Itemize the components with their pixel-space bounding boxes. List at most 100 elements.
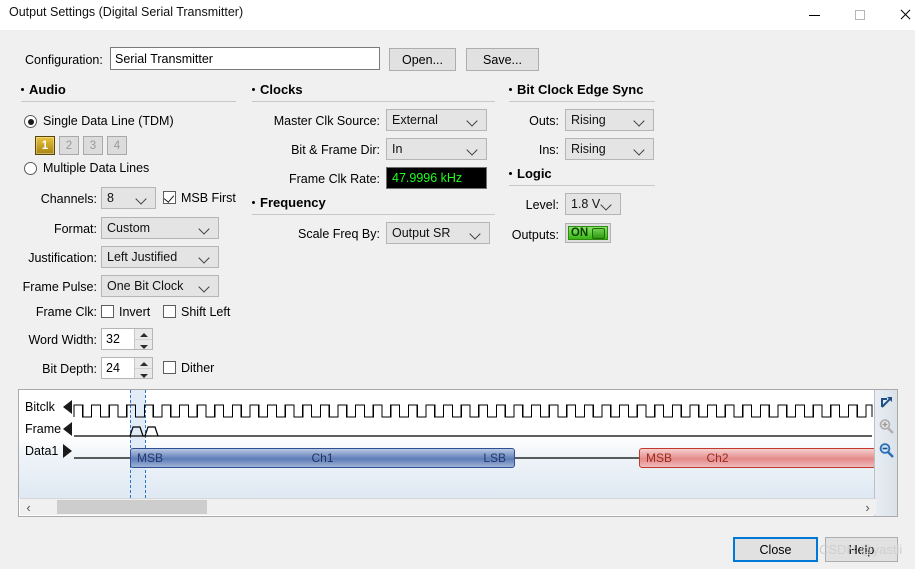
chevron-down-icon [600, 197, 614, 211]
ins-select[interactable]: Rising [565, 138, 654, 160]
channels-select[interactable]: 8 [101, 187, 156, 209]
output-settings-window: Output Settings (Digital Serial Transmit… [0, 0, 915, 569]
timing-diagram-panel[interactable]: Bitclk Frame Data1 MSB Ch1 LSB MSB Ch2 ‹… [18, 389, 898, 517]
timing-diagram-scrollbar[interactable]: ‹ › [20, 498, 876, 515]
invert-label: Invert [119, 305, 151, 319]
line-button-4[interactable]: 4 [107, 136, 127, 155]
data-block-ch1[interactable]: MSB Ch1 LSB [130, 448, 515, 468]
maximize-icon [854, 10, 865, 20]
spin-up-icon[interactable] [135, 329, 152, 339]
scale-freq-by-value: Output SR [392, 226, 451, 240]
msb-first-checkbox[interactable] [163, 191, 176, 204]
bit-frame-dir-value: In [392, 142, 403, 156]
outputs-toggle[interactable]: ON [565, 223, 611, 243]
dither-label: Dither [181, 361, 215, 375]
justification-label: Justification: [28, 251, 97, 265]
outs-select[interactable]: Rising [565, 109, 654, 131]
chevron-down-icon [135, 191, 149, 205]
waveform-traces [73, 404, 873, 459]
save-button[interactable]: Save... [466, 48, 539, 71]
scroll-left-button[interactable]: ‹ [20, 499, 37, 515]
data-block-ch2-center-label: Ch2 [706, 451, 729, 465]
outs-label: Outs: [529, 114, 559, 128]
line-button-3[interactable]: 3 [83, 136, 103, 155]
format-select[interactable]: Custom [101, 217, 219, 239]
format-value: Custom [107, 221, 151, 235]
maximize-button[interactable] [837, 0, 882, 30]
word-width-stepper[interactable]: 32 [101, 328, 153, 350]
dither-checkbox[interactable] [163, 361, 176, 374]
ins-value: Rising [571, 142, 606, 156]
logic-group-divider [509, 185, 655, 186]
bullet-icon [252, 88, 255, 92]
line-button-1[interactable]: 1 [35, 136, 55, 155]
zoom-out-icon[interactable] [878, 442, 895, 459]
clocks-group-title: Clocks [252, 82, 303, 97]
outputs-label: Outputs: [511, 228, 559, 242]
format-label: Format: [53, 222, 97, 236]
master-clk-source-label: Master Clk Source: [273, 114, 380, 128]
single-data-line-radio[interactable] [24, 115, 37, 128]
spin-up-icon[interactable] [135, 358, 152, 368]
frame-clk-rate-value: 47.9996 kHz [392, 171, 463, 185]
configuration-input[interactable]: Serial Transmitter [110, 47, 380, 70]
frequency-group-title: Frequency [252, 195, 326, 210]
invert-checkbox[interactable] [101, 305, 114, 318]
level-select[interactable]: 1.8 V [565, 193, 621, 215]
master-clk-source-value: External [392, 113, 438, 127]
led-icon [592, 227, 606, 239]
word-width-spin-buttons[interactable] [134, 329, 152, 349]
frame-pulse-select[interactable]: One Bit Clock [101, 275, 219, 297]
channels-value: 8 [107, 191, 114, 205]
chevron-down-icon [466, 142, 480, 156]
justification-select[interactable]: Left Justified [101, 246, 219, 268]
bit-depth-stepper[interactable]: 24 [101, 357, 153, 379]
outputs-toggle-inner: ON [568, 226, 608, 240]
bit-depth-spin-buttons[interactable] [134, 358, 152, 378]
frame-clk-rate-label: Frame Clk Rate: [289, 172, 380, 186]
chevron-down-icon [466, 113, 480, 127]
channels-label: Channels: [40, 192, 97, 206]
bullet-icon [252, 201, 255, 205]
watermark: CSDN @yastli [819, 542, 903, 557]
outs-value: Rising [571, 113, 606, 127]
multiple-data-lines-radio[interactable] [24, 162, 37, 175]
bullet-icon [509, 88, 512, 92]
chevron-down-icon [633, 113, 647, 127]
frame-pulse-value: One Bit Clock [107, 279, 184, 293]
open-button[interactable]: Open... [389, 48, 456, 71]
window-title: Output Settings (Digital Serial Transmit… [9, 5, 244, 19]
data-block-ch1-center-label: Ch1 [311, 451, 334, 465]
line-button-2[interactable]: 2 [59, 136, 79, 155]
shift-left-label: Shift Left [181, 305, 231, 319]
frame-clk-label: Frame Clk: [35, 305, 97, 319]
data-block-ch2[interactable]: MSB Ch2 [639, 448, 876, 468]
zoom-in-icon[interactable] [878, 418, 895, 435]
chevron-down-icon [469, 226, 483, 240]
spin-down-icon[interactable] [135, 338, 152, 349]
scrollbar-thumb[interactable] [57, 500, 207, 514]
ins-label: Ins: [538, 143, 559, 157]
configuration-value: Serial Transmitter [115, 51, 213, 66]
bit-clock-edge-sync-divider [509, 101, 655, 102]
spin-down-icon[interactable] [135, 367, 152, 378]
multiple-data-lines-label: Multiple Data Lines [43, 161, 150, 175]
close-icon [899, 9, 911, 21]
close-window-button[interactable] [882, 0, 915, 30]
bit-frame-dir-select[interactable]: In [386, 138, 487, 160]
minimize-icon [809, 14, 820, 16]
frame-clk-rate-readout: 47.9996 kHz [386, 167, 487, 189]
level-value: 1.8 V [571, 197, 600, 211]
close-button[interactable]: Close [733, 537, 818, 562]
msb-first-label: MSB First [181, 191, 236, 205]
shift-left-checkbox[interactable] [163, 305, 176, 318]
popout-icon[interactable] [878, 394, 895, 411]
bullet-icon [509, 172, 512, 176]
scroll-right-button[interactable]: › [859, 499, 876, 515]
minimize-button[interactable] [792, 0, 837, 30]
timing-diagram-toolbar [874, 390, 897, 516]
scale-freq-by-select[interactable]: Output SR [386, 222, 490, 244]
master-clk-source-select[interactable]: External [386, 109, 487, 131]
bit-clock-edge-sync-group-title: Bit Clock Edge Sync [509, 82, 643, 97]
outputs-state-label: ON [570, 227, 589, 239]
